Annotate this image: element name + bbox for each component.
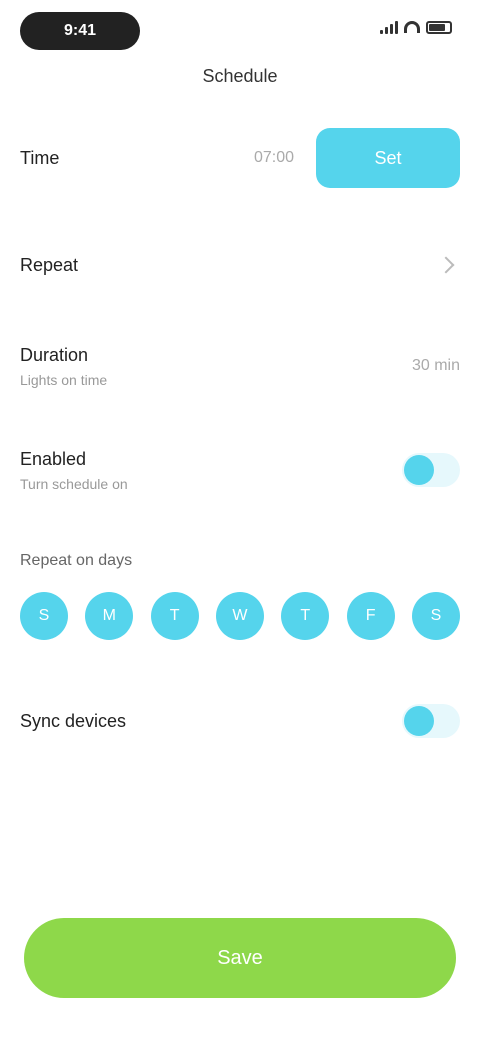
chevron-right-icon [437, 256, 455, 274]
enabled-sub: Turn schedule on [20, 475, 128, 492]
time-label: Time [20, 147, 60, 168]
days-title: Repeat on days [20, 552, 133, 569]
page-title: Schedule [202, 66, 278, 86]
sync-label: Sync devices [20, 710, 127, 731]
duration-value: 30 min [411, 357, 460, 374]
enabled-toggle[interactable] [402, 453, 460, 487]
toggle-knob [404, 455, 434, 485]
day-button[interactable]: S [20, 592, 68, 640]
save-button[interactable]: Save [24, 918, 456, 998]
status-bar: 9:41 [0, 0, 480, 60]
enabled-row: Enabled Turn schedule on [20, 440, 460, 500]
toggle-knob [404, 706, 434, 736]
enabled-label: Enabled [20, 448, 87, 469]
day-selector: S M T W T F S [20, 592, 460, 640]
repeat-row[interactable]: Repeat [20, 240, 460, 290]
day-button[interactable]: S [411, 592, 460, 640]
status-time-pill: 9:41 [20, 12, 140, 50]
repeat-label: Repeat [20, 254, 79, 275]
day-button[interactable]: W [215, 592, 264, 640]
set-time-button[interactable]: Set [316, 128, 460, 188]
duration-row[interactable]: Duration Lights on time 30 min [20, 336, 460, 396]
signal-icon [380, 20, 398, 34]
day-button[interactable]: T [150, 592, 199, 640]
sync-toggle[interactable] [402, 704, 460, 738]
status-time: 9:41 [63, 22, 97, 39]
sync-row: Sync devices [20, 696, 460, 746]
day-button[interactable]: T [281, 592, 330, 640]
status-icons [380, 20, 452, 34]
duration-sub: Lights on time [20, 371, 108, 388]
day-button[interactable]: F [346, 592, 395, 640]
battery-icon [426, 20, 452, 34]
time-row: Time 07:00 Set [20, 128, 460, 188]
wifi-icon [404, 21, 420, 33]
day-button[interactable]: M [85, 592, 134, 640]
time-value[interactable]: 07:00 [254, 149, 294, 167]
duration-label: Duration [20, 344, 89, 365]
